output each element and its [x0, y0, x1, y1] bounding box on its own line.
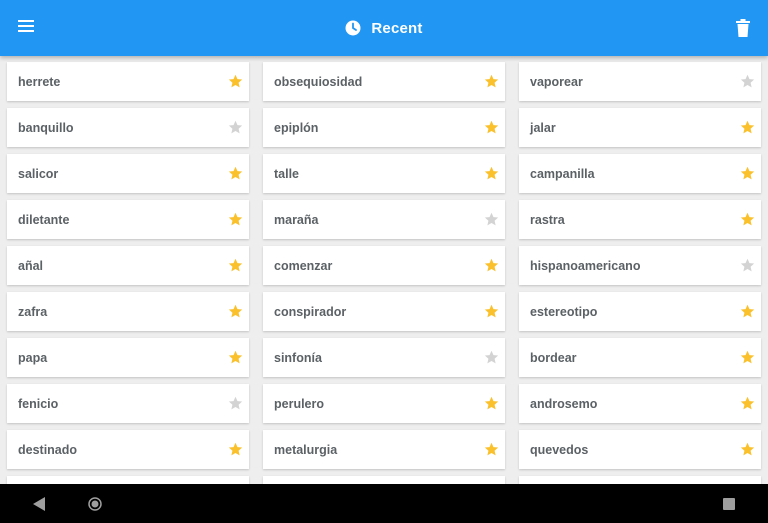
word-label: jalar	[530, 120, 556, 135]
home-circle-icon	[88, 496, 102, 511]
star-filled-icon[interactable]	[227, 442, 243, 458]
star-filled-icon[interactable]	[739, 120, 755, 136]
star-empty-icon[interactable]	[483, 212, 499, 228]
word-card[interactable]: androsemo	[519, 384, 761, 423]
word-card[interactable]: talle	[263, 154, 505, 193]
star-filled-icon[interactable]	[227, 212, 243, 228]
hamburger-menu-icon	[18, 20, 34, 32]
star-filled-icon[interactable]	[739, 166, 755, 182]
word-label: destinado	[18, 442, 78, 457]
word-label: zafra	[18, 304, 48, 319]
word-card[interactable]: herrete	[7, 62, 249, 101]
word-label: fenicio	[18, 396, 59, 411]
word-card[interactable]: salicor	[7, 154, 249, 193]
star-filled-icon[interactable]	[483, 74, 499, 90]
star-filled-icon[interactable]	[739, 396, 755, 412]
word-card-partial[interactable]	[519, 476, 761, 484]
word-card[interactable]: obsequiosidad	[263, 62, 505, 101]
star-filled-icon[interactable]	[483, 304, 499, 320]
star-empty-icon[interactable]	[227, 120, 243, 136]
word-label: perulero	[274, 396, 325, 411]
clock-icon	[345, 20, 361, 36]
recents-square-icon	[723, 497, 735, 510]
word-label: maraña	[274, 212, 319, 227]
word-card-partial[interactable]	[7, 476, 249, 484]
word-card[interactable]: epiplón	[263, 108, 505, 147]
word-card[interactable]: banquillo	[7, 108, 249, 147]
word-card[interactable]: metalurgia	[263, 430, 505, 469]
page-title: Recent	[371, 19, 423, 37]
word-label: epiplón	[274, 120, 319, 135]
star-filled-icon[interactable]	[739, 442, 755, 458]
back-button[interactable]	[19, 484, 59, 523]
star-filled-icon[interactable]	[227, 258, 243, 274]
word-card[interactable]: perulero	[263, 384, 505, 423]
word-card[interactable]: sinfonía	[263, 338, 505, 377]
word-card[interactable]: fenicio	[7, 384, 249, 423]
system-navigation-bar	[0, 484, 768, 523]
word-label: bordear	[530, 350, 577, 365]
back-triangle-icon	[33, 496, 45, 511]
word-label: papa	[18, 350, 48, 365]
star-empty-icon[interactable]	[227, 396, 243, 412]
star-filled-icon[interactable]	[483, 258, 499, 274]
star-filled-icon[interactable]	[483, 396, 499, 412]
word-card[interactable]: bordear	[519, 338, 761, 377]
word-card[interactable]: destinado	[7, 430, 249, 469]
word-label: androsemo	[530, 396, 598, 411]
star-filled-icon[interactable]	[227, 350, 243, 366]
word-card[interactable]: vaporear	[519, 62, 761, 101]
word-card[interactable]: conspirador	[263, 292, 505, 331]
word-card[interactable]: quevedos	[519, 430, 761, 469]
star-filled-icon[interactable]	[739, 350, 755, 366]
delete-history-button[interactable]	[730, 14, 756, 42]
star-filled-icon[interactable]	[483, 166, 499, 182]
word-card[interactable]: hispanoamericano	[519, 246, 761, 285]
word-label: hispanoamericano	[530, 258, 641, 273]
word-label: estereotipo	[530, 304, 598, 319]
word-card[interactable]: rastra	[519, 200, 761, 239]
word-label: conspirador	[274, 304, 347, 319]
word-card[interactable]: estereotipo	[519, 292, 761, 331]
word-card[interactable]: maraña	[263, 200, 505, 239]
word-label: metalurgia	[274, 442, 338, 457]
word-card[interactable]: papa	[7, 338, 249, 377]
home-button[interactable]	[75, 484, 115, 523]
star-empty-icon[interactable]	[739, 258, 755, 274]
recents-button[interactable]	[709, 484, 749, 523]
word-label: obsequiosidad	[274, 74, 363, 89]
word-label: añal	[18, 258, 44, 273]
word-label: sinfonía	[274, 350, 322, 365]
word-label: comenzar	[274, 258, 333, 273]
star-filled-icon[interactable]	[227, 166, 243, 182]
star-filled-icon[interactable]	[739, 212, 755, 228]
star-empty-icon[interactable]	[483, 350, 499, 366]
star-filled-icon[interactable]	[483, 120, 499, 136]
word-label: talle	[274, 166, 300, 181]
star-filled-icon[interactable]	[227, 74, 243, 90]
star-empty-icon[interactable]	[739, 74, 755, 90]
word-label: banquillo	[18, 120, 74, 135]
word-label: vaporear	[530, 74, 583, 89]
word-card[interactable]: zafra	[7, 292, 249, 331]
word-card[interactable]: campanilla	[519, 154, 761, 193]
word-card[interactable]: jalar	[519, 108, 761, 147]
word-label: campanilla	[530, 166, 595, 181]
recent-words-grid: herrete obsequiosidad vaporear banquillo epi…	[0, 56, 768, 484]
word-label: salicor	[18, 166, 59, 181]
trash-icon	[736, 19, 750, 37]
word-card[interactable]: diletante	[7, 200, 249, 239]
star-filled-icon[interactable]	[227, 304, 243, 320]
word-card[interactable]: añal	[7, 246, 249, 285]
word-label: quevedos	[530, 442, 589, 457]
word-label: rastra	[530, 212, 565, 227]
star-filled-icon[interactable]	[483, 442, 499, 458]
star-filled-icon[interactable]	[739, 304, 755, 320]
app-bar: Recent	[0, 0, 768, 56]
word-card-partial[interactable]	[263, 476, 505, 484]
menu-button[interactable]	[12, 12, 40, 40]
word-label: diletante	[18, 212, 70, 227]
word-label: herrete	[18, 74, 61, 89]
word-card[interactable]: comenzar	[263, 246, 505, 285]
